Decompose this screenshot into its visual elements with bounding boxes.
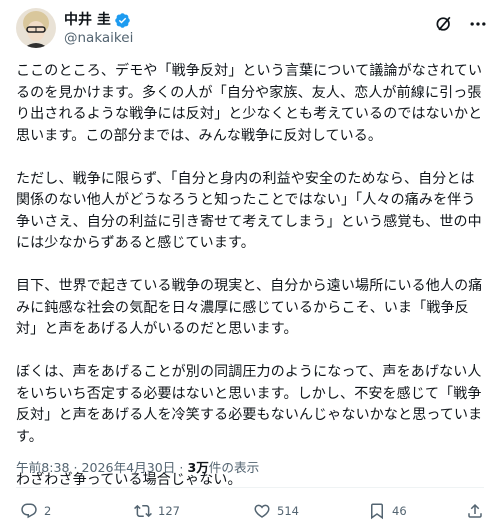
author-handle[interactable]: @nakaikei	[64, 29, 133, 47]
verified-badge-icon	[114, 12, 131, 29]
tweet-paragraph: ぼくは、声をあげることが別の同調圧力のようになって、声をあげない人をいちいち否定…	[16, 364, 483, 445]
bookmark-count: 46	[392, 504, 407, 518]
heart-icon	[254, 504, 270, 518]
repost-count: 127	[158, 504, 180, 518]
view-count-label: 件の表示	[208, 460, 260, 475]
meta-separator: ·	[179, 460, 184, 475]
like-count: 514	[277, 504, 299, 518]
avatar[interactable]	[16, 8, 56, 48]
share-icon	[468, 503, 482, 518]
reply-count: 2	[44, 504, 52, 518]
bookmark-icon	[371, 503, 383, 520]
divider	[16, 487, 484, 488]
tweet-body: ここのところ、デモや「戦争反対」という言葉について議論がなされているのを見かけま…	[16, 61, 488, 513]
grok-icon[interactable]	[434, 14, 454, 34]
author-name[interactable]: 中井 圭	[64, 11, 111, 29]
action-bar: 2 127 514 46	[16, 500, 488, 522]
tweet-meta: 午前8:38 · 2026年4月30日 · 3万件の表示	[16, 459, 259, 477]
tweet-paragraph: 目下、世界で起きている戦争の現実と、自分から遠い場所にいる他人の痛みに鈍感な社会…	[16, 278, 483, 337]
tweet-date[interactable]: 2026年4月30日	[82, 460, 176, 475]
more-dots-icon[interactable]	[468, 14, 488, 34]
bookmark-button[interactable]: 46	[368, 500, 407, 522]
repost-icon	[134, 504, 152, 518]
reply-icon	[21, 503, 37, 519]
view-count: 3万	[187, 460, 209, 475]
tweet: 中井 圭 @nakaikei ここのところ、デモや「戦争反対」という言葉について…	[0, 0, 500, 527]
share-button[interactable]	[466, 500, 484, 522]
tweet-time[interactable]: 午前8:38	[16, 460, 69, 475]
meta-separator: ·	[73, 460, 78, 475]
tweet-paragraph: ここのところ、デモや「戦争反対」という言葉について議論がなされているのを見かけま…	[16, 63, 483, 144]
tweet-paragraph: ただし、戦争に限らず、「自分と身内の利益や安全のためなら、自分とは関係のない他人…	[16, 170, 482, 252]
repost-button[interactable]: 127	[134, 500, 180, 522]
like-button[interactable]: 514	[253, 500, 299, 522]
reply-button[interactable]: 2	[20, 500, 51, 522]
